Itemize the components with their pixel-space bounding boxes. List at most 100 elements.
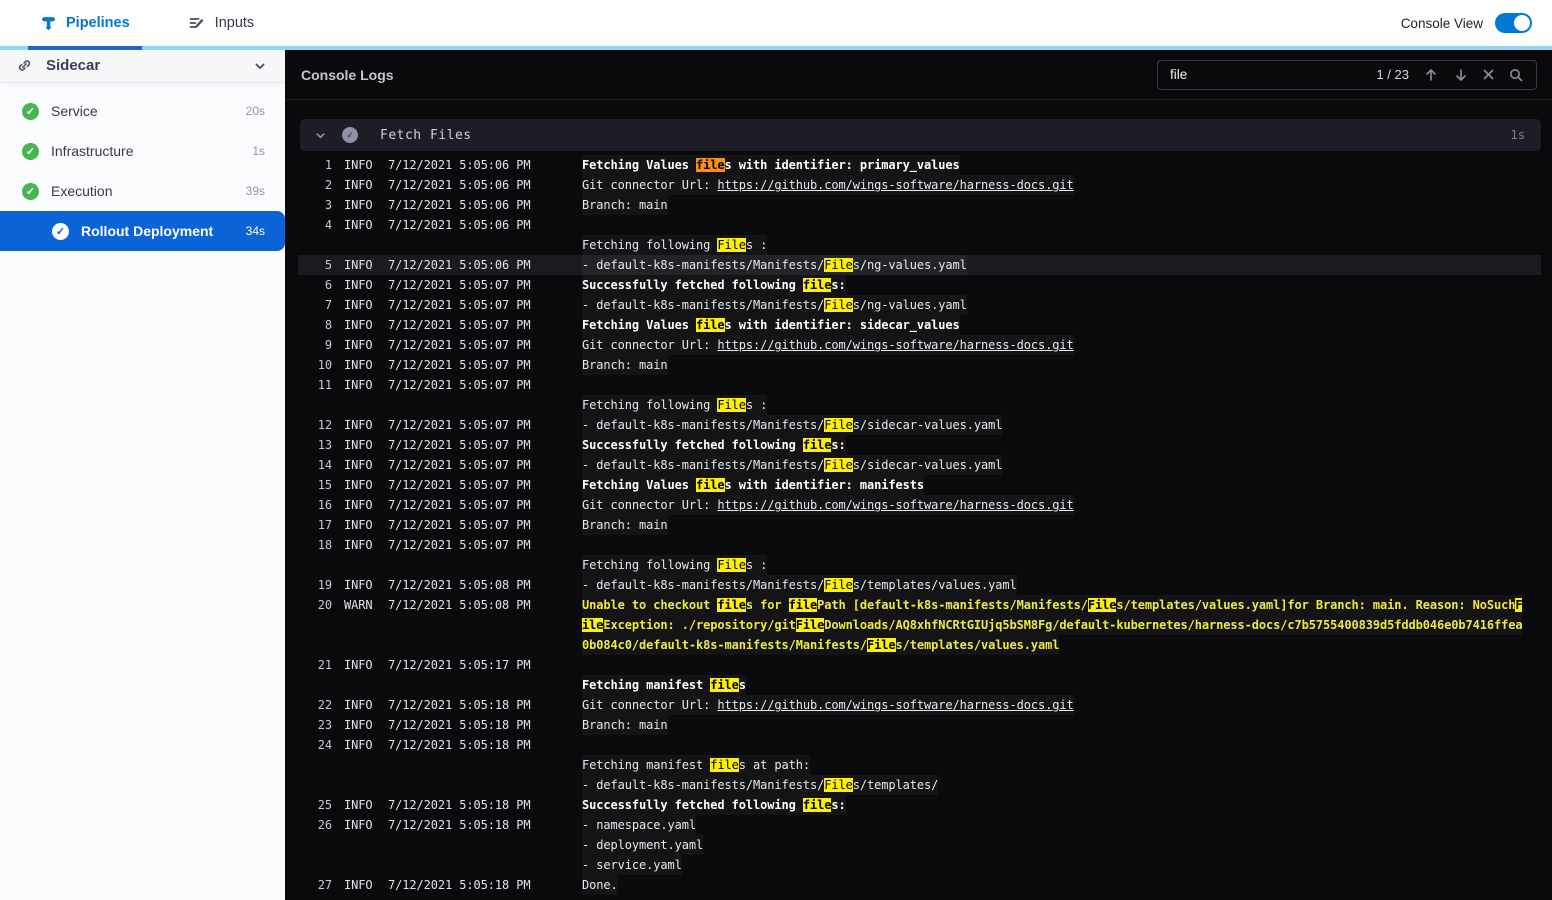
- log-level: INFO: [344, 518, 373, 532]
- log-timestamp: 7/12/2021 5:05:18 PM: [388, 718, 531, 732]
- log-text: Git connector Url:: [582, 178, 718, 192]
- log-text: - namespace.yaml: [582, 818, 696, 832]
- log-message: - deployment.yaml: [582, 835, 703, 855]
- sidebar-item-service[interactable]: ✓ Service 20s: [0, 91, 285, 131]
- sidebar-item-infrastructure[interactable]: ✓ Infrastructure 1s: [0, 131, 285, 171]
- log-timestamp: 7/12/2021 5:05:17 PM: [388, 658, 531, 672]
- log-timestamp: 7/12/2021 5:05:06 PM: [388, 178, 531, 192]
- log-timestamp: 7/12/2021 5:05:07 PM: [388, 358, 531, 372]
- tab-inputs[interactable]: Inputs: [188, 14, 254, 32]
- log-line-number: [298, 755, 332, 775]
- log-timestamp: 7/12/2021 5:05:07 PM: [388, 478, 531, 492]
- log-line: 4 INFO 7/12/2021 5:05:06 PM: [298, 215, 1541, 235]
- log-timestamp: 7/12/2021 5:05:07 PM: [388, 278, 531, 292]
- log-section-title: Fetch Files: [380, 127, 472, 143]
- log-text: s :: [745, 558, 768, 572]
- log-line: Fetching following Files :: [298, 395, 1541, 415]
- log-line-number: 11: [317, 378, 332, 392]
- log-level: [344, 235, 388, 255]
- log-level: [344, 755, 388, 775]
- log-line: 6 INFO 7/12/2021 5:05:07 PM Successfully fe…: [298, 275, 1541, 295]
- search-match-counter: 1 / 23: [1376, 67, 1409, 82]
- log-message: - default-k8s-manifests/Manifests/Files/…: [582, 775, 938, 795]
- log-line-number: 13: [317, 438, 332, 452]
- log-level: [344, 835, 388, 855]
- log-text: Path [default-k8s-manifests/Manifests/: [817, 598, 1088, 612]
- log-text: - default-k8s-manifests/Manifests/: [582, 258, 825, 272]
- log-message: Fetching Values files with identifier: s…: [582, 315, 960, 335]
- console-view-toggle[interactable]: [1495, 13, 1532, 33]
- log-message: Fetching following Files :: [582, 555, 767, 575]
- log-line: 27 INFO 7/12/2021 5:05:18 PM Done.: [298, 875, 1541, 895]
- sidebar-item-label: Execution: [51, 183, 113, 199]
- log-timestamp: 7/12/2021 5:05:18 PM: [388, 878, 531, 892]
- collapse-chevron-icon[interactable]: [314, 129, 327, 142]
- log-message: Fetching following Files :: [582, 235, 767, 255]
- previous-match-icon[interactable]: [1423, 67, 1439, 83]
- sidebar-item-execution[interactable]: ✓ Execution 39s: [0, 171, 285, 211]
- log-text: Git connector Url:: [582, 338, 718, 352]
- log-link[interactable]: https://github.com/wings-software/harnes…: [717, 698, 1073, 712]
- log-line: - service.yaml: [298, 855, 1541, 875]
- log-text: Unable to checkout: [582, 598, 718, 612]
- log-line-number: 18: [317, 538, 332, 552]
- log-message: Successfully fetched following files:: [582, 795, 846, 815]
- log-timestamp: [388, 755, 582, 775]
- sidebar-item-duration: 34s: [245, 224, 265, 238]
- log-message: Successfully fetched following files:: [582, 435, 846, 455]
- log-line: Fetching manifest files at path:: [298, 755, 1541, 775]
- log-section-header[interactable]: ✓ Fetch Files 1s: [300, 119, 1541, 151]
- log-line-number: 19: [317, 578, 332, 592]
- close-search-icon[interactable]: [1483, 69, 1494, 80]
- log-level: INFO: [344, 378, 373, 392]
- next-match-icon[interactable]: [1453, 67, 1469, 83]
- log-level: INFO: [344, 358, 373, 372]
- search-match: File: [795, 618, 825, 632]
- log-line-number: [298, 615, 332, 635]
- sidebar-stage-header[interactable]: Sidecar: [0, 50, 285, 81]
- log-message: Git connector Url: https://github.com/wi…: [582, 335, 1074, 355]
- log-text: Git connector Url:: [582, 498, 718, 512]
- log-line: Fetching following Files :: [298, 555, 1541, 575]
- log-timestamp: 7/12/2021 5:05:07 PM: [388, 298, 531, 312]
- log-text: Git connector Url:: [582, 698, 718, 712]
- log-text: s with identifier: sidecar_values: [724, 318, 960, 332]
- search-match: File: [824, 258, 853, 272]
- log-line: 8 INFO 7/12/2021 5:05:07 PM Fetching Values…: [298, 315, 1541, 335]
- inputs-icon: [188, 14, 206, 32]
- log-timestamp: [388, 635, 582, 655]
- sidebar: Sidecar ✓ Service 20s ✓ Infrastructure 1s ✓ Exe…: [0, 50, 285, 900]
- search-icon[interactable]: [1508, 67, 1524, 83]
- search-match: ile: [582, 618, 604, 632]
- log-line-number: 15: [317, 478, 332, 492]
- log-timestamp: 7/12/2021 5:05:07 PM: [388, 338, 531, 352]
- success-check-icon: ✓: [22, 182, 39, 200]
- log-line-number: 5: [324, 258, 332, 272]
- log-timestamp: 7/12/2021 5:05:18 PM: [388, 818, 531, 832]
- tab-pipelines[interactable]: Pipelines: [40, 15, 130, 32]
- log-timestamp: 7/12/2021 5:05:06 PM: [388, 158, 531, 172]
- log-message: Successfully fetched following files:: [582, 275, 846, 295]
- log-text: - default-k8s-manifests/Manifests/: [582, 298, 825, 312]
- log-line: 22 INFO 7/12/2021 5:05:18 PM Git connector …: [298, 695, 1541, 715]
- search-input[interactable]: [1170, 67, 1363, 82]
- log-message: Fetching Values files with identifier: m…: [582, 475, 924, 495]
- success-check-icon: ✓: [52, 222, 69, 240]
- sidebar-item-duration: 20s: [245, 104, 265, 118]
- log-message: 0b084c0/default-k8s-manifests/Manifests/…: [582, 635, 1059, 655]
- log-text: Branch: main: [582, 518, 668, 532]
- log-text: Fetching Values: [582, 318, 696, 332]
- log-link[interactable]: https://github.com/wings-software/harnes…: [717, 498, 1073, 512]
- log-link[interactable]: https://github.com/wings-software/harnes…: [717, 178, 1073, 192]
- log-text: s/sidecar-values.yaml: [852, 458, 1003, 472]
- log-timestamp: 7/12/2021 5:05:06 PM: [388, 258, 531, 272]
- log-text: s/sidecar-values.yaml: [852, 418, 1003, 432]
- log-link[interactable]: https://github.com/wings-software/harnes…: [717, 338, 1073, 352]
- log-timestamp: [388, 835, 582, 855]
- log-text: Fetching manifest: [582, 758, 711, 772]
- success-check-icon: ✓: [22, 102, 39, 120]
- chevron-down-icon[interactable]: [253, 59, 267, 73]
- sidebar-item-rollout-deployment[interactable]: ✓ Rollout Deployment 34s: [0, 211, 285, 251]
- log-line: 9 INFO 7/12/2021 5:05:07 PM Git connector U…: [298, 335, 1541, 355]
- log-level: [344, 775, 388, 795]
